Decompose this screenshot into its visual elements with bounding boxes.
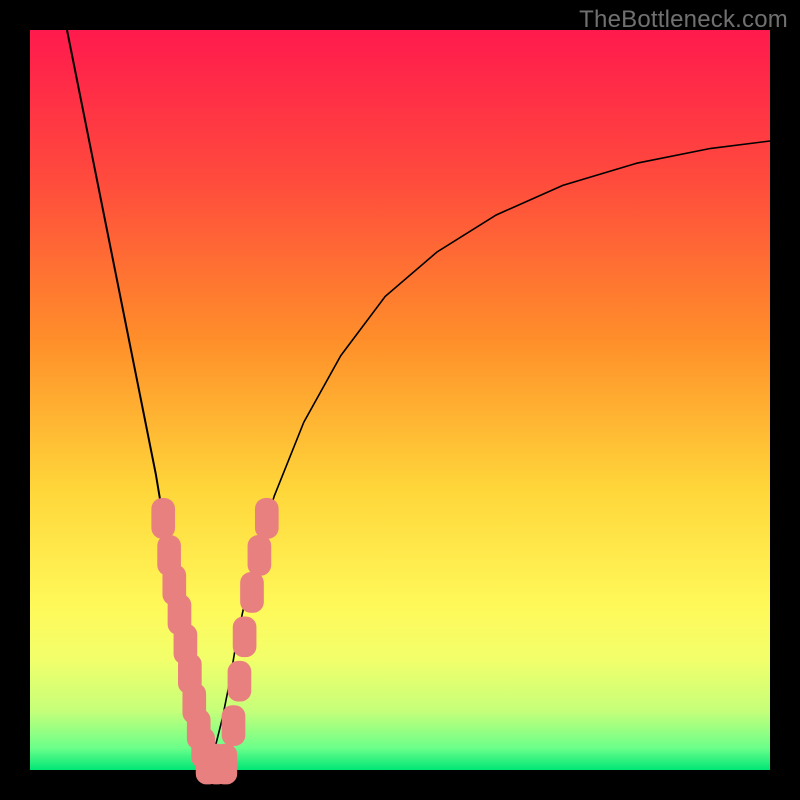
curve-right [208,141,770,770]
data-marker [222,705,246,746]
data-marker [233,616,257,657]
chart-frame: TheBottleneck.com [0,0,800,800]
data-marker [214,744,238,785]
data-marker [255,498,279,539]
data-marker [240,572,264,613]
marker-group [151,498,278,784]
data-marker [228,661,252,702]
data-marker [248,535,272,576]
data-marker [151,498,175,539]
chart-svg [30,30,770,770]
